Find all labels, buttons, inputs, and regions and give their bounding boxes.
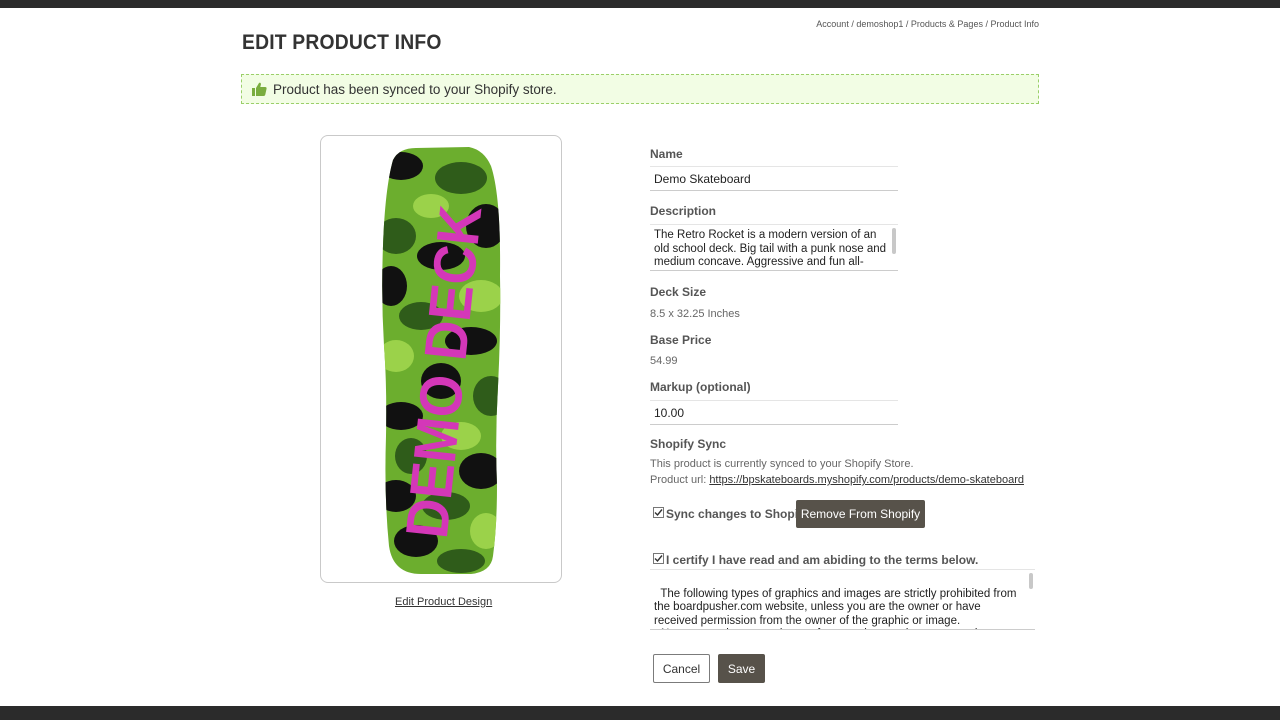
base-price-value: 54.99	[650, 355, 678, 367]
breadcrumb-products-pages[interactable]: Products & Pages	[911, 19, 983, 29]
certify-checkbox[interactable]	[653, 553, 664, 564]
product-preview: DEMO DECK	[320, 135, 562, 583]
thumbs-up-icon	[252, 82, 267, 96]
description-scrollbar[interactable]	[892, 228, 896, 254]
breadcrumb-current: Product Info	[990, 19, 1039, 29]
edit-product-design-link[interactable]: Edit Product Design	[395, 596, 492, 608]
terms-textarea[interactable]: The following types of graphics and imag…	[650, 569, 1035, 630]
sync-changes-label: Sync changes to Shopify	[666, 507, 809, 521]
remove-from-shopify-button[interactable]: Remove From Shopify	[796, 500, 925, 528]
product-url-label: Product url:	[650, 474, 707, 486]
success-alert: Product has been synced to your Shopify …	[241, 74, 1039, 104]
cancel-button[interactable]: Cancel	[653, 654, 710, 683]
description-label: Description	[650, 204, 717, 218]
terms-scrollbar[interactable]	[1029, 573, 1033, 589]
product-url-row: Product url: https://bpskateboards.mysho…	[650, 474, 1024, 486]
terms-text: The following types of graphics and imag…	[654, 587, 1017, 630]
description-text: The Retro Rocket is a modern version of …	[654, 229, 887, 270]
description-textarea[interactable]: The Retro Rocket is a modern version of …	[650, 224, 898, 271]
save-button[interactable]: Save	[718, 654, 765, 683]
markup-label: Markup (optional)	[650, 380, 751, 394]
sync-changes-checkbox[interactable]	[653, 507, 664, 518]
name-label: Name	[650, 147, 683, 161]
bottom-border	[0, 706, 1280, 720]
name-input[interactable]	[650, 166, 898, 191]
deck-size-label: Deck Size	[650, 285, 707, 299]
breadcrumb-shop[interactable]: demoshop1	[856, 19, 903, 29]
skateboard-deck-image: DEMO DECK	[382, 147, 501, 574]
breadcrumb-account[interactable]: Account	[816, 19, 849, 29]
breadcrumb: Account / demoshop1 / Products & Pages /…	[816, 19, 1039, 29]
deck-size-value: 8.5 x 32.25 Inches	[650, 308, 740, 320]
shopify-sync-label: Shopify Sync	[650, 437, 727, 451]
checkmark-icon	[654, 509, 663, 517]
breadcrumb-separator: /	[903, 19, 911, 29]
certify-label: I certify I have read and am abiding to …	[666, 553, 979, 567]
product-url-link[interactable]: https://bpskateboards.myshopify.com/prod…	[709, 474, 1024, 486]
base-price-label: Base Price	[650, 333, 712, 347]
markup-input[interactable]	[650, 400, 898, 425]
page-title: EDIT PRODUCT INFO	[242, 31, 442, 54]
sync-status-text: This product is currently synced to your…	[650, 458, 914, 470]
top-border	[0, 0, 1280, 8]
alert-message: Product has been synced to your Shopify …	[273, 81, 557, 97]
checkmark-icon	[654, 555, 663, 563]
